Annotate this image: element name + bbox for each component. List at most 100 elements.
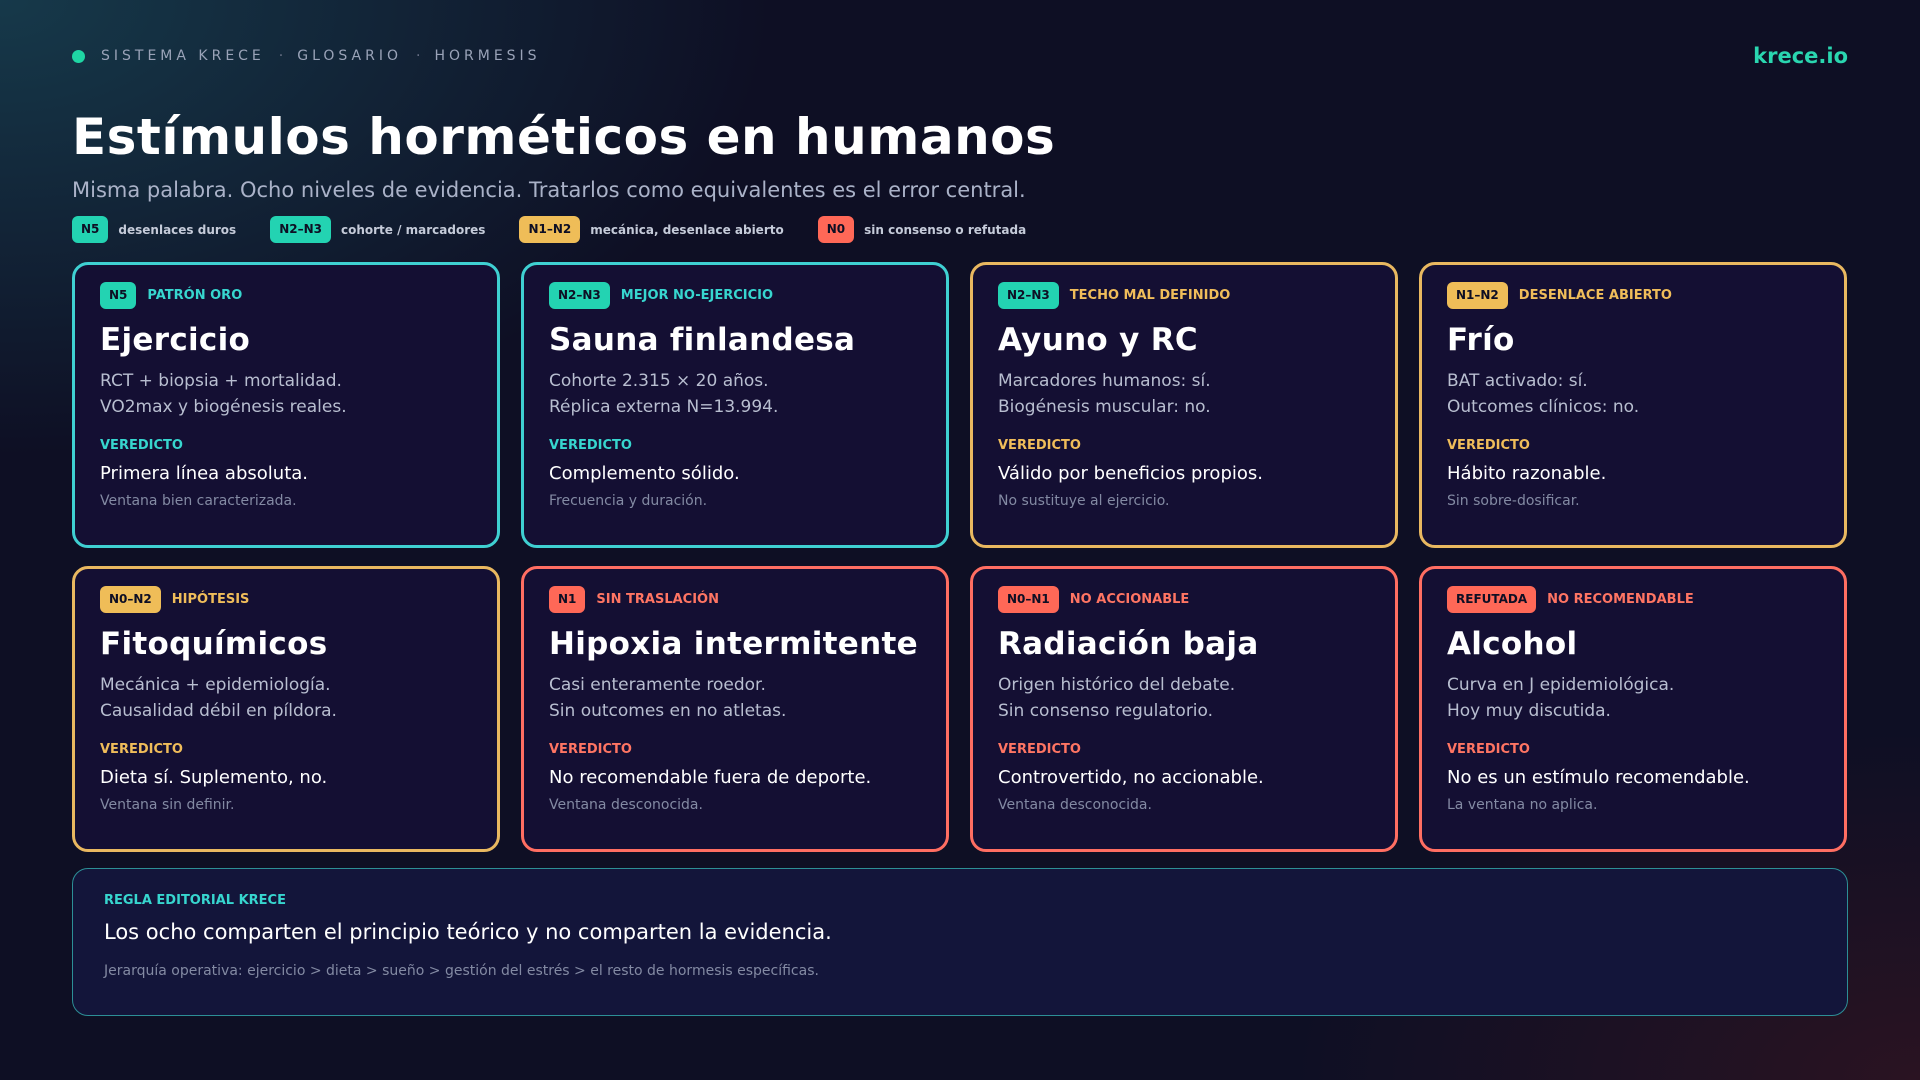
card-title: Alcohol — [1447, 626, 1578, 662]
evidence-legend: N5 desenlaces duros N2–N3 cohorte / marc… — [72, 216, 1026, 243]
legend-badge: N0 — [817, 216, 855, 243]
evidence-badge: N2–N3 — [549, 282, 610, 309]
card-sauna-finlandesa[interactable]: N2–N3 MEJOR NO-EJERCICIO Sauna finlandes… — [521, 262, 949, 548]
card-title: Ayuno y RC — [998, 322, 1198, 358]
breadcrumb-item-glossary[interactable]: GLOSARIO — [297, 48, 402, 64]
evidence-line: BAT activado: sí. — [1447, 371, 1588, 391]
evidence-badge: N5 — [100, 282, 137, 309]
card-kicker: MEJOR NO-EJERCICIO — [620, 288, 774, 303]
editorial-rule-panel: REGLA EDITORIAL KRECE Los ocho comparten… — [72, 868, 1848, 1016]
evidence-badge: N0–N2 — [100, 586, 161, 613]
verdict-text: No recomendable fuera de deporte. — [549, 767, 872, 788]
legend-badge: N2–N3 — [270, 216, 331, 243]
verdict-label: VEREDICTO — [549, 742, 632, 757]
card-alcohol[interactable]: REFUTADA NO RECOMENDABLE Alcohol Curva e… — [1419, 566, 1847, 852]
card-evidence: Casi enteramente roedor. Sin outcomes en… — [549, 672, 921, 724]
verdict-text: Dieta sí. Suplemento, no. — [100, 767, 328, 788]
card-evidence: RCT + biopsia + mortalidad. VO2max y bio… — [100, 368, 472, 420]
legend-item-n2-n3: N2–N3 cohorte / marcadores — [270, 216, 485, 243]
card-fitoquimicos[interactable]: N0–N2 HIPÓTESIS Fitoquímicos Mecánica + … — [72, 566, 500, 852]
rule-label: REGLA EDITORIAL KRECE — [104, 893, 286, 908]
card-note: Ventana sin definir. — [100, 797, 235, 813]
card-evidence: Curva en J epidemiológica. Hoy muy discu… — [1447, 672, 1819, 724]
page-title: Estímulos horméticos en humanos — [72, 108, 1056, 166]
brand-logo[interactable]: krece.io — [1753, 44, 1848, 68]
evidence-line: Origen histórico del debate. — [998, 675, 1236, 695]
breadcrumb-item-system[interactable]: SISTEMA KRECE — [101, 48, 265, 64]
evidence-line: Hoy muy discutida. — [1447, 701, 1611, 721]
card-evidence: Marcadores humanos: sí. Biogénesis muscu… — [998, 368, 1370, 420]
card-ayuno-rc[interactable]: N2–N3 TECHO MAL DEFINIDO Ayuno y RC Marc… — [970, 262, 1398, 548]
verdict-label: VEREDICTO — [100, 438, 183, 453]
evidence-line: Cohorte 2.315 × 20 años. — [549, 371, 769, 391]
evidence-badge: N1 — [549, 586, 586, 613]
evidence-line: Sin outcomes en no atletas. — [549, 701, 787, 721]
card-kicker: DESENLACE ABIERTO — [1518, 288, 1672, 303]
top-bar: SISTEMA KRECE · GLOSARIO · HORMESIS krec… — [72, 44, 1848, 68]
card-kicker: TECHO MAL DEFINIDO — [1069, 288, 1231, 303]
card-header: N5 PATRÓN ORO — [100, 282, 472, 309]
evidence-line: Causalidad débil en píldora. — [100, 701, 337, 721]
card-header: REFUTADA NO RECOMENDABLE — [1447, 586, 1819, 613]
verdict-label: VEREDICTO — [1447, 742, 1530, 757]
legend-label: sin consenso o refutada — [864, 222, 1027, 237]
status-dot-icon — [72, 49, 85, 63]
evidence-line: Biogénesis muscular: no. — [998, 397, 1211, 417]
verdict-text: Hábito razonable. — [1447, 463, 1607, 484]
breadcrumb-separator: · — [416, 48, 421, 64]
card-title: Radiación baja — [998, 626, 1259, 662]
card-note: Frecuencia y duración. — [549, 493, 708, 509]
evidence-line: Outcomes clínicos: no. — [1447, 397, 1640, 417]
rule-text: Los ocho comparten el principio teórico … — [104, 920, 832, 944]
card-ejercicio[interactable]: N5 PATRÓN ORO Ejercicio RCT + biopsia + … — [72, 262, 500, 548]
evidence-badge: N1–N2 — [1447, 282, 1508, 309]
card-evidence: Origen histórico del debate. Sin consens… — [998, 672, 1370, 724]
verdict-label: VEREDICTO — [998, 438, 1081, 453]
card-frio[interactable]: N1–N2 DESENLACE ABIERTO Frío BAT activad… — [1419, 262, 1847, 548]
card-hipoxia-intermitente[interactable]: N1 SIN TRASLACIÓN Hipoxia intermitente C… — [521, 566, 949, 852]
verdict-text: No es un estímulo recomendable. — [1447, 767, 1750, 788]
breadcrumb-separator: · — [278, 48, 284, 64]
card-header: N2–N3 TECHO MAL DEFINIDO — [998, 282, 1370, 309]
verdict-text: Válido por beneficios propios. — [998, 463, 1263, 484]
legend-label: desenlaces duros — [118, 222, 237, 237]
evidence-line: Sin consenso regulatorio. — [998, 701, 1214, 721]
card-kicker: NO ACCIONABLE — [1069, 592, 1190, 607]
evidence-line: RCT + biopsia + mortalidad. — [100, 371, 342, 391]
evidence-badge: N0–N1 — [998, 586, 1059, 613]
card-title: Frío — [1447, 322, 1515, 358]
card-note: Sin sobre-dosificar. — [1447, 493, 1580, 509]
verdict-label: VEREDICTO — [549, 438, 632, 453]
card-radiacion-baja[interactable]: N0–N1 NO ACCIONABLE Radiación baja Orige… — [970, 566, 1398, 852]
rule-footnote: Jerarquía operativa: ejercicio > dieta >… — [104, 963, 819, 979]
legend-label: mecánica, desenlace abierto — [590, 222, 784, 237]
verdict-text: Primera línea absoluta. — [100, 463, 309, 484]
verdict-text: Complemento sólido. — [549, 463, 740, 484]
card-kicker: PATRÓN ORO — [147, 288, 243, 303]
card-title: Ejercicio — [100, 322, 251, 358]
card-evidence: Mecánica + epidemiología. Causalidad déb… — [100, 672, 472, 724]
verdict-text: Controvertido, no accionable. — [998, 767, 1264, 788]
evidence-badge: N2–N3 — [998, 282, 1059, 309]
evidence-line: Casi enteramente roedor. — [549, 675, 766, 695]
stimulus-card-grid: N5 PATRÓN ORO Ejercicio RCT + biopsia + … — [72, 262, 1848, 852]
card-note: No sustituye al ejercicio. — [998, 493, 1170, 509]
card-evidence: BAT activado: sí. Outcomes clínicos: no. — [1447, 368, 1819, 420]
legend-label: cohorte / marcadores — [340, 222, 486, 237]
evidence-line: Réplica externa N=13.994. — [549, 397, 779, 417]
verdict-label: VEREDICTO — [998, 742, 1081, 757]
breadcrumb-item-hormesis: HORMESIS — [434, 48, 541, 64]
card-header: N2–N3 MEJOR NO-EJERCICIO — [549, 282, 921, 309]
card-evidence: Cohorte 2.315 × 20 años. Réplica externa… — [549, 368, 921, 420]
legend-item-n1-n2: N1–N2 mecánica, desenlace abierto — [519, 216, 784, 243]
card-title: Hipoxia intermitente — [549, 626, 918, 662]
card-kicker: SIN TRASLACIÓN — [596, 592, 719, 607]
card-title: Sauna finlandesa — [549, 322, 856, 358]
card-note: Ventana desconocida. — [998, 797, 1152, 813]
legend-item-n5: N5 desenlaces duros — [72, 216, 236, 243]
card-header: N0–N1 NO ACCIONABLE — [998, 586, 1370, 613]
evidence-line: VO2max y biogénesis reales. — [100, 397, 347, 417]
verdict-label: VEREDICTO — [100, 742, 183, 757]
card-title: Fitoquímicos — [100, 626, 328, 662]
card-kicker: HIPÓTESIS — [171, 592, 250, 607]
